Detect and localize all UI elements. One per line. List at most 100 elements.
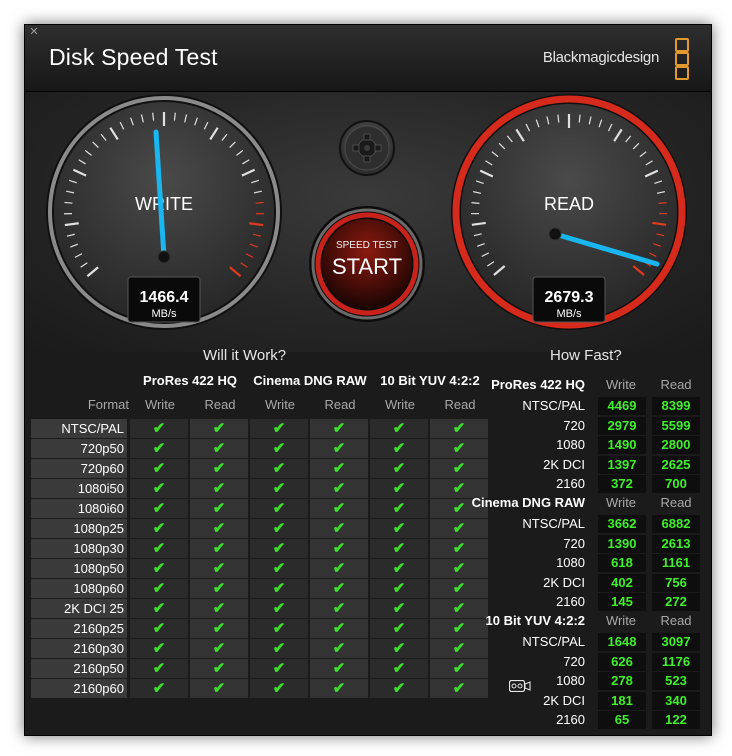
checkmark-icon: ✔ xyxy=(430,659,488,678)
write-column-header: Write xyxy=(605,613,637,628)
checkmark-icon: ✔ xyxy=(190,639,248,658)
checkmark-icon: ✔ xyxy=(130,539,188,558)
brand-logo-icon xyxy=(675,38,689,80)
checkmark-icon: ✔ xyxy=(310,479,368,498)
table-row: 720p60 ✔ ✔ ✔ ✔ ✔ ✔ xyxy=(31,459,490,478)
checkmark-icon: ✔ xyxy=(310,599,368,618)
read-speed-cell: 8399 xyxy=(652,397,700,415)
read-speed-cell: 2625 xyxy=(652,455,700,474)
checkmark-icon: ✔ xyxy=(190,459,248,478)
start-button-top-label: SPEED TEST xyxy=(336,240,398,251)
read-speed-cell: 756 xyxy=(652,573,700,592)
read-speed-cell: 122 xyxy=(652,711,700,729)
checkmark-icon: ✔ xyxy=(190,679,248,698)
checkmark-icon: ✔ xyxy=(130,559,188,578)
checkmark-icon: ✔ xyxy=(130,639,188,658)
format-name: 2160p30 xyxy=(31,639,127,658)
gauges: WRITE 1466.4 MB/s READ 2679.3 MB/s SPEED… xyxy=(46,94,687,330)
read-speed-cell: 700 xyxy=(652,475,700,493)
format-column-header: Format xyxy=(87,397,129,412)
checkmark-icon: ✔ xyxy=(310,419,368,438)
checkmark-icon: ✔ xyxy=(370,639,428,658)
how-fast-format-name: 2160 xyxy=(556,712,585,727)
write-speed-cell: 1390 xyxy=(598,534,646,553)
checkmark-icon: ✔ xyxy=(370,439,428,458)
read-speed-value: 2679.3 xyxy=(545,289,594,306)
read-speed-cell: 3097 xyxy=(652,633,700,651)
checkmark-icon: ✔ xyxy=(370,659,428,678)
checkmark-icon: ✔ xyxy=(250,539,308,558)
table-row: NTSC/PAL ✔ ✔ ✔ ✔ ✔ ✔ xyxy=(31,419,490,438)
settings-gear-icon[interactable] xyxy=(339,120,395,176)
checkmark-icon: ✔ xyxy=(130,459,188,478)
start-button[interactable]: SPEED TEST START xyxy=(309,206,425,322)
checkmark-icon: ✔ xyxy=(430,559,488,578)
how-fast-format-name: 2160 xyxy=(556,594,585,609)
checkmark-icon: ✔ xyxy=(130,599,188,618)
checkmark-icon: ✔ xyxy=(430,579,488,598)
close-icon[interactable]: ✕ xyxy=(28,26,40,38)
format-name: 1080p25 xyxy=(31,519,127,538)
read-column-header: Read xyxy=(660,377,692,392)
checkmark-icon: ✔ xyxy=(250,619,308,638)
format-name: 2160p25 xyxy=(31,619,127,638)
checkmark-icon: ✔ xyxy=(310,519,368,538)
format-name: 1080p60 xyxy=(31,579,127,598)
write-speed-cell: 65 xyxy=(598,711,646,729)
write-speed-cell: 4469 xyxy=(598,397,646,415)
will-it-work-title: Will it Work? xyxy=(203,347,287,364)
checkmark-icon: ✔ xyxy=(190,419,248,438)
checkmark-icon: ✔ xyxy=(190,659,248,678)
table-row: 2K DCI 25 ✔ ✔ ✔ ✔ ✔ ✔ xyxy=(31,599,490,618)
write-speed-cell: 372 xyxy=(598,475,646,493)
checkmark-icon: ✔ xyxy=(430,679,488,698)
read-speed-cell: 5599 xyxy=(652,416,700,435)
gauge-panel: WRITE 1466.4 MB/s READ 2679.3 MB/s SPEED… xyxy=(25,92,711,352)
checkmark-icon: ✔ xyxy=(370,459,428,478)
checkmark-icon: ✔ xyxy=(250,419,308,438)
write-gauge-label: WRITE xyxy=(135,194,193,214)
checkmark-icon: ✔ xyxy=(310,679,368,698)
how-fast-format-name: 2K DCI xyxy=(543,692,585,708)
write-speed-value: 1466.4 xyxy=(140,289,189,306)
table-row: 2160p60 ✔ ✔ ✔ ✔ ✔ ✔ xyxy=(31,679,490,698)
write-column-header: Write xyxy=(605,495,637,510)
write-speed-cell: 181 xyxy=(598,691,646,710)
checkmark-icon: ✔ xyxy=(130,679,188,698)
write-column-header: Write xyxy=(605,377,637,392)
checkmark-icon: ✔ xyxy=(190,479,248,498)
checkmark-icon: ✔ xyxy=(310,439,368,458)
table-row: 2160p25 ✔ ✔ ✔ ✔ ✔ ✔ xyxy=(31,619,490,638)
format-name: 720p60 xyxy=(31,459,127,478)
write-speed-cell: 1397 xyxy=(598,455,646,474)
write-speed-cell: 3662 xyxy=(598,515,646,533)
write-column-header: Write xyxy=(264,397,296,412)
checkmark-icon: ✔ xyxy=(310,639,368,658)
app-window: Disk Speed Test Blackmagicdesign ✕ WRITE… xyxy=(24,24,712,736)
checkmark-icon: ✔ xyxy=(370,619,428,638)
how-fast-title: How Fast? xyxy=(550,347,622,364)
table-row: 1080p25 ✔ ✔ ✔ ✔ ✔ ✔ xyxy=(31,519,490,538)
checkmark-icon: ✔ xyxy=(190,579,248,598)
checkmark-icon: ✔ xyxy=(310,459,368,478)
checkmark-icon: ✔ xyxy=(310,559,368,578)
checkmark-icon: ✔ xyxy=(370,479,428,498)
checkmark-icon: ✔ xyxy=(190,539,248,558)
checkmark-icon: ✔ xyxy=(250,559,308,578)
format-name: NTSC/PAL xyxy=(31,419,127,438)
read-column-header: Read xyxy=(444,397,476,412)
read-speed-unit: MB/s xyxy=(556,308,582,320)
checkmark-icon: ✔ xyxy=(250,599,308,618)
checkmark-icon: ✔ xyxy=(130,479,188,498)
read-gauge: READ 2679.3 MB/s xyxy=(451,94,687,330)
checkmark-icon: ✔ xyxy=(370,559,428,578)
checkmark-icon: ✔ xyxy=(130,439,188,458)
read-speed-cell: 1161 xyxy=(652,554,700,572)
read-speed-cell: 272 xyxy=(652,593,700,611)
read-gauge-tick xyxy=(471,202,480,204)
how-fast-format-name: 2K DCI xyxy=(543,456,585,472)
checkmark-icon: ✔ xyxy=(130,619,188,638)
write-speed-cell: 278 xyxy=(598,672,646,690)
format-name: 2160p50 xyxy=(31,659,127,678)
checkmark-icon: ✔ xyxy=(370,499,428,518)
